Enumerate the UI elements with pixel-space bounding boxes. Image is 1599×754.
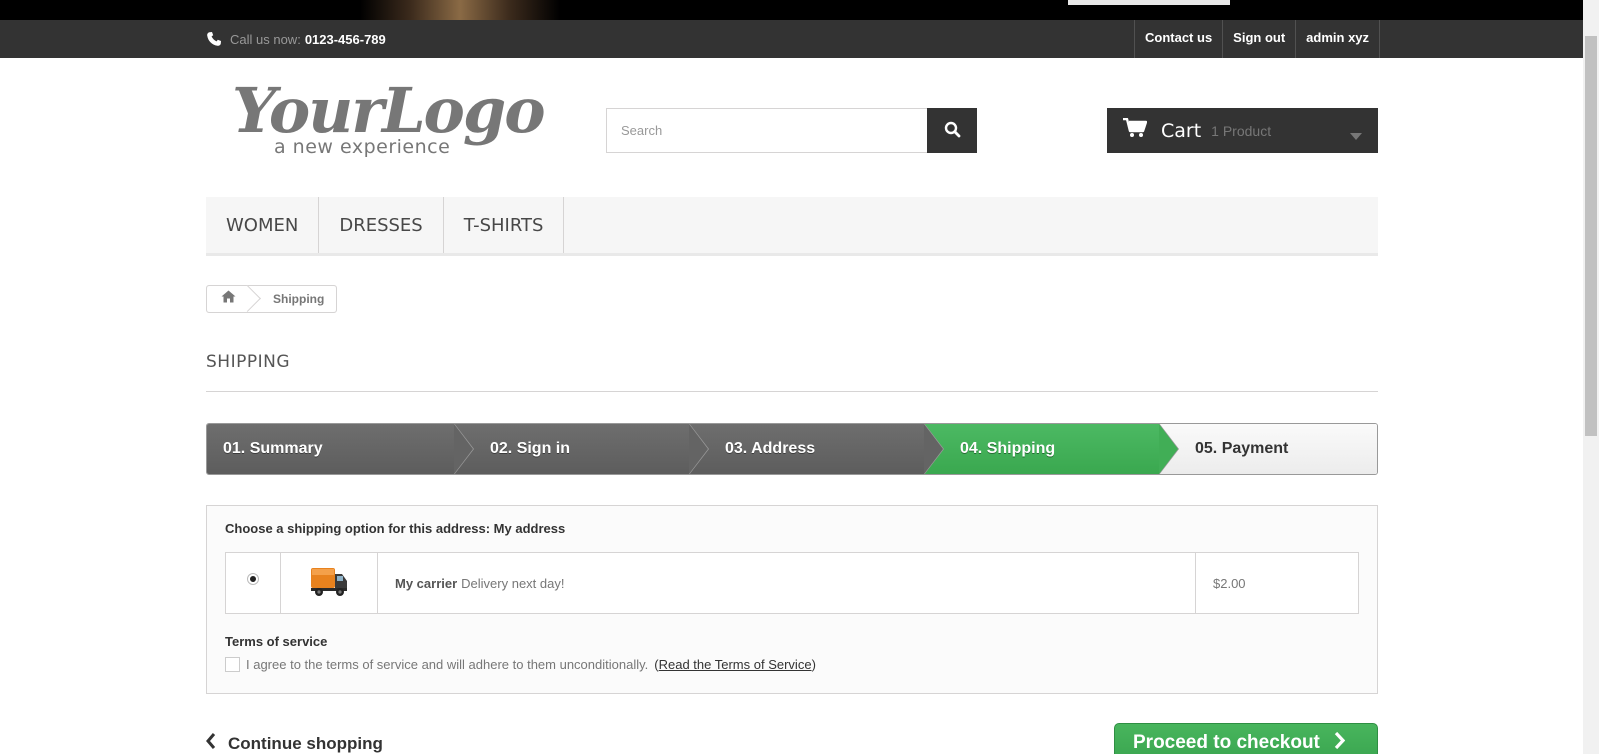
search-bar xyxy=(606,108,977,153)
step-sign-in[interactable]: 02. Sign in xyxy=(454,424,709,474)
carrier-radio-cell xyxy=(226,553,281,613)
top-links: Contact us Sign out admin xyz xyxy=(1134,20,1381,58)
logo-tagline: a new experience xyxy=(274,136,451,158)
chevron-down-icon xyxy=(1350,127,1362,145)
top-nav-bar: Call us now: 0123-456-789 Contact us Sig… xyxy=(0,20,1583,58)
step-label: 04. Shipping xyxy=(960,440,1056,457)
step-payment: 05. Payment xyxy=(1159,424,1377,474)
carrier-delay: Delivery next day! xyxy=(461,575,565,591)
phone-number: 0123-456-789 xyxy=(304,31,386,47)
breadcrumb: Shipping xyxy=(206,285,338,313)
carrier-price: $2.00 xyxy=(1213,575,1246,591)
step-label: 03. Address xyxy=(725,440,816,457)
shipping-option-title: Choose a shipping option for this addres… xyxy=(225,521,566,536)
breadcrumb-current: Shipping xyxy=(249,286,337,312)
cart-icon xyxy=(1123,117,1148,143)
menu-item-women[interactable]: WOMEN xyxy=(206,197,320,253)
proceed-to-checkout-button[interactable]: Proceed to checkout xyxy=(1114,723,1378,754)
carrier-logo xyxy=(281,553,378,613)
scrollbar-thumb[interactable] xyxy=(1585,36,1597,436)
site-logo[interactable]: YourLogo a new experience xyxy=(232,74,546,165)
home-icon xyxy=(221,290,236,308)
carrier-option[interactable]: My carrier Delivery next day! $2.00 xyxy=(225,552,1359,614)
contact-us-link[interactable]: Contact us xyxy=(1135,20,1224,58)
step-summary[interactable]: 01. Summary xyxy=(207,424,474,474)
terms-title: Terms of service xyxy=(225,634,328,649)
step-label: 02. Sign in xyxy=(490,440,571,457)
carrier-name: My carrier xyxy=(395,575,458,591)
step-label: 01. Summary xyxy=(223,440,323,457)
continue-label: Continue shopping xyxy=(228,733,383,753)
chevron-right-icon xyxy=(1334,731,1346,754)
checkout-steps: 01. Summary 02. Sign in 03. Address 04. … xyxy=(206,423,1378,475)
breadcrumb-home[interactable] xyxy=(207,286,249,312)
main-menu: WOMEN DRESSES T-SHIRTS xyxy=(206,197,1378,256)
step-address[interactable]: 03. Address xyxy=(689,424,944,474)
page-title: SHIPPING xyxy=(206,352,1378,392)
account-link[interactable]: admin xyz xyxy=(1296,20,1381,58)
phone-icon xyxy=(206,31,222,47)
menu-item-dresses[interactable]: DRESSES xyxy=(319,197,444,253)
continue-shopping-button[interactable]: Continue shopping xyxy=(206,733,383,754)
top-banner xyxy=(0,0,1583,20)
checkout-label: Proceed to checkout xyxy=(1133,732,1320,753)
sign-out-link[interactable]: Sign out xyxy=(1223,20,1297,58)
menu-item-tshirts[interactable]: T-SHIRTS xyxy=(444,197,565,253)
step-label: 05. Payment xyxy=(1195,440,1289,457)
cart-label: Cart xyxy=(1161,119,1202,142)
chevron-left-icon xyxy=(206,733,216,754)
banner-image xyxy=(360,0,560,20)
terms-link[interactable]: Read the Terms of Service xyxy=(659,657,812,672)
search-icon xyxy=(944,121,961,141)
cart-button[interactable]: Cart 1 Product xyxy=(1107,108,1378,153)
shipping-options: Choose a shipping option for this addres… xyxy=(206,505,1378,694)
banner-close-bar xyxy=(1068,0,1230,5)
search-input[interactable] xyxy=(606,108,927,153)
truck-icon xyxy=(309,564,349,603)
terms-row: I agree to the terms of service and will… xyxy=(225,657,816,672)
contact-phone: Call us now: 0123-456-789 xyxy=(206,27,386,51)
carrier-radio[interactable] xyxy=(247,573,259,585)
step-shipping: 04. Shipping xyxy=(924,424,1179,474)
terms-agree-text: I agree to the terms of service and will… xyxy=(246,657,649,672)
cart-quantity: 1 Product xyxy=(1211,122,1272,139)
page-scrollbar[interactable] xyxy=(1583,0,1599,754)
search-button[interactable] xyxy=(927,108,977,153)
carrier-info: My carrier Delivery next day! xyxy=(378,553,1196,613)
terms-checkbox[interactable] xyxy=(225,657,240,672)
call-label: Call us now: xyxy=(230,31,301,47)
